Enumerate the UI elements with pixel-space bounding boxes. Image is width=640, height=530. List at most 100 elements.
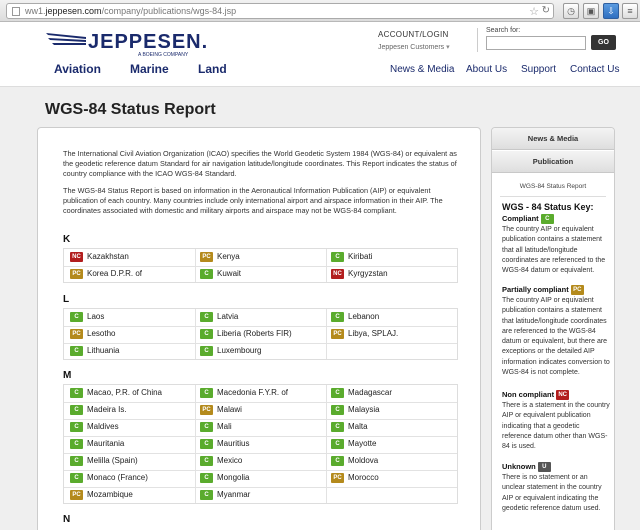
country-entry[interactable]: C Kiribati — [331, 249, 372, 265]
status-badge: C — [200, 269, 213, 279]
status-badge: C — [200, 473, 213, 483]
country-entry[interactable]: C Melilla (Spain) — [70, 453, 138, 469]
country-name: Kyrgyzstan — [348, 269, 388, 278]
nav-land[interactable]: Land — [198, 62, 227, 76]
country-entry[interactable]: C Mayotte — [331, 436, 376, 452]
url-text: ww1.jeppesen.com/company/publications/wg… — [25, 6, 237, 16]
country-entry[interactable]: C Monaco (France) — [70, 470, 148, 486]
status-badge: C — [331, 439, 344, 449]
address-bar[interactable]: ww1.jeppesen.com/company/publications/wg… — [6, 3, 554, 19]
key-partial-text: The country AIP or equivalent publicatio… — [502, 297, 610, 377]
key-non-label: Non compliant — [502, 390, 555, 399]
country-entry[interactable]: C Malaysia — [331, 402, 380, 418]
country-name: Liberia (Roberts FIR) — [217, 329, 292, 338]
country-entry[interactable]: C Liberia (Roberts FIR) — [200, 326, 292, 342]
status-badge: C — [331, 252, 344, 262]
country-entry[interactable]: PC Lesotho — [70, 326, 115, 342]
country-entry[interactable]: PC Mozambique — [70, 487, 133, 503]
account-dropdown[interactable]: Jeppesen Customers ▾ — [378, 43, 478, 51]
go-button[interactable]: GO — [591, 35, 616, 50]
country-entry[interactable]: PC Morocco — [331, 470, 379, 486]
country-entry[interactable]: NC Kazakhstan — [70, 249, 129, 265]
country-entry[interactable]: PC Korea D.P.R. of — [70, 266, 142, 282]
logo-swoosh-icon — [46, 33, 86, 45]
grid-row-divider — [64, 419, 457, 420]
country-entry[interactable]: C Moldova — [331, 453, 378, 469]
country-entry[interactable]: PC Malawi — [200, 402, 242, 418]
country-name: Luxembourg — [217, 346, 262, 355]
status-badge: PC — [200, 252, 213, 262]
country-name: Melilla (Spain) — [87, 456, 138, 465]
nav-contact-us[interactable]: Contact Us — [570, 64, 619, 75]
nav-aviation[interactable]: Aviation — [54, 62, 101, 76]
partial-badge: PC — [570, 285, 584, 295]
jeppesen-logo[interactable]: JEPPESEN. A BOEING COMPANY — [46, 27, 207, 58]
country-name: Malawi — [217, 405, 242, 414]
country-entry[interactable]: C Luxembourg — [200, 343, 261, 359]
country-entry[interactable]: C Mauritius — [200, 436, 249, 452]
country-name: Kuwait — [217, 269, 242, 278]
bookmark-star-icon[interactable]: ☆ — [529, 5, 539, 18]
country-entry[interactable]: C Mauritania — [70, 436, 124, 452]
sidebar-tab-publication[interactable]: Publication — [492, 151, 614, 173]
country-name: Lebanon — [348, 312, 380, 321]
sidebar-breadcrumb[interactable]: WGS-84 Status Report — [492, 183, 614, 190]
account-login[interactable]: ACCOUNT/LOGIN Jeppesen Customers ▾ — [378, 30, 478, 51]
status-key-title: WGS - 84 Status Key: — [502, 202, 594, 212]
country-entry[interactable]: C Myanmar — [200, 487, 250, 503]
country-entry[interactable]: C Lithuania — [70, 343, 119, 359]
country-entry[interactable]: C Madagascar — [331, 385, 392, 401]
menu-icon[interactable]: ≡ — [622, 3, 638, 19]
download-icon[interactable]: ⇩ — [603, 3, 619, 19]
country-entry[interactable]: C Latvia — [200, 309, 238, 325]
country-entry[interactable]: C Mali — [200, 419, 232, 435]
country-entry[interactable]: C Lebanon — [331, 309, 379, 325]
window-icon[interactable]: ▣ — [583, 3, 599, 19]
status-badge: PC — [70, 329, 83, 339]
country-entry[interactable]: C Madeira Is. — [70, 402, 127, 418]
sidebar: News & Media Publication WGS-84 Status R… — [491, 127, 615, 530]
country-entry[interactable]: C Mongolia — [200, 470, 249, 486]
status-badge: C — [70, 473, 83, 483]
country-entry[interactable]: PC Libya, SPLAJ. — [331, 326, 398, 342]
nav-marine[interactable]: Marine — [130, 62, 169, 76]
country-entry[interactable]: PC Kenya — [200, 249, 240, 265]
country-name: Lesotho — [87, 329, 116, 338]
country-name: Macedonia F.Y.R. of — [217, 388, 289, 397]
country-entry[interactable]: NC Kyrgyzstan — [331, 266, 388, 282]
country-name: Mayotte — [348, 439, 377, 448]
status-badge: C — [200, 439, 213, 449]
key-unknown-text: There is no statement or an unclear stat… — [502, 474, 602, 512]
nav-news-media[interactable]: News & Media — [390, 64, 454, 75]
section-letter: M — [63, 370, 72, 381]
non-compliant-badge: NC — [556, 390, 570, 400]
country-entry[interactable]: C Laos — [70, 309, 104, 325]
status-badge: C — [200, 329, 213, 339]
reload-icon[interactable]: ↻ — [542, 5, 550, 16]
status-badge: C — [70, 439, 83, 449]
status-badge: C — [331, 312, 344, 322]
status-badge: C — [200, 346, 213, 356]
status-badge: NC — [331, 269, 344, 279]
country-entry[interactable]: C Kuwait — [200, 266, 241, 282]
country-name: Latvia — [217, 312, 239, 321]
sidebar-tab-news-media[interactable]: News & Media — [492, 128, 614, 150]
status-badge: C — [200, 456, 213, 466]
country-name: Malta — [348, 422, 368, 431]
key-unknown-label: Unknown — [502, 462, 536, 471]
history-icon[interactable]: ◷ — [563, 3, 579, 19]
search-input[interactable] — [486, 36, 586, 50]
status-badge: PC — [70, 490, 83, 500]
intro-paragraph-1: The International Civil Aviation Organiz… — [63, 149, 457, 178]
country-entry[interactable]: C Mexico — [200, 453, 242, 469]
country-entry[interactable]: C Macao, P.R. of China — [70, 385, 162, 401]
country-name: Mauritania — [87, 439, 125, 448]
country-entry[interactable]: C Malta — [331, 419, 368, 435]
country-entry[interactable]: C Maldives — [70, 419, 119, 435]
nav-support[interactable]: Support — [521, 64, 556, 75]
nav-about-us[interactable]: About Us — [466, 64, 507, 75]
country-entry[interactable]: C Macedonia F.Y.R. of — [200, 385, 288, 401]
country-name: Mongolia — [217, 473, 250, 482]
grid-column-divider — [326, 309, 327, 359]
account-sub: Jeppesen Customers — [378, 44, 445, 51]
